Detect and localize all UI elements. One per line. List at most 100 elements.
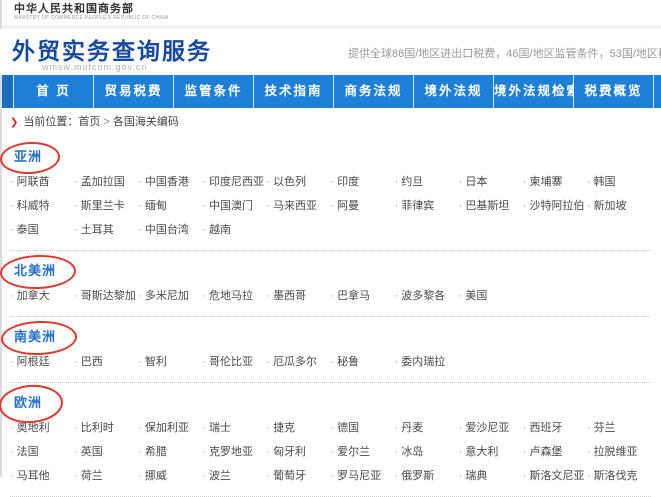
country-link[interactable]: ·比利时 bbox=[74, 416, 138, 440]
country-link[interactable]: ·捷克 bbox=[266, 416, 330, 440]
country-name: 危地马拉 bbox=[209, 290, 253, 302]
site-tagline: 提供全球86国/地区进出口税费，46国/地区监管条件，53国/地区税费计算 bbox=[348, 45, 661, 61]
country-link[interactable]: ·韩国 bbox=[587, 170, 651, 194]
country-link[interactable]: ·以色列 bbox=[266, 170, 330, 194]
country-link[interactable]: ·柬埔寨 bbox=[523, 170, 587, 194]
country-link[interactable]: ·马来西亚 bbox=[266, 194, 330, 218]
country-name: 巴西 bbox=[81, 356, 103, 368]
country-link[interactable]: ·秘鲁 bbox=[330, 350, 394, 374]
country-link[interactable]: ·爱尔兰 bbox=[330, 440, 394, 464]
section-heading-south-america: 南美洲 bbox=[14, 327, 56, 347]
country-link[interactable]: ·多米尼加 bbox=[138, 284, 202, 308]
country-link[interactable]: ·葡萄牙 bbox=[266, 464, 330, 488]
country-name: 俄罗斯 bbox=[401, 470, 434, 482]
breadcrumb-current: 各国海关编码 bbox=[113, 116, 179, 128]
nav-item-technical-guide[interactable]: 技术指南 bbox=[254, 75, 334, 108]
country-link[interactable]: ·缅甸 bbox=[138, 194, 202, 218]
country-link[interactable]: ·越南 bbox=[202, 218, 266, 242]
country-link[interactable]: ·瑞士 bbox=[202, 416, 266, 440]
country-name: 约旦 bbox=[401, 176, 423, 188]
country-link[interactable]: ·中国台湾 bbox=[138, 218, 202, 242]
section-asia: 亚洲 ·阿联酋·孟加拉国·中国香港·印度尼西亚·以色列·印度·约旦·日本·柬埔寨… bbox=[10, 137, 651, 251]
country-link[interactable]: ·西班牙 bbox=[523, 416, 587, 440]
country-name: 捷克 bbox=[273, 422, 295, 434]
country-name: 菲律宾 bbox=[401, 200, 434, 212]
country-link[interactable]: ·哥斯达黎加 bbox=[74, 284, 138, 308]
country-link[interactable]: ·爱沙尼亚 bbox=[459, 416, 523, 440]
nav-item-commerce-laws[interactable]: 商务法规 bbox=[334, 75, 414, 108]
country-name: 克罗地亚 bbox=[209, 446, 253, 458]
nav-item-tax-overview[interactable]: 税费概览 bbox=[574, 75, 653, 108]
country-name: 印度 bbox=[337, 176, 359, 188]
country-link[interactable]: ·美国 bbox=[459, 284, 523, 308]
country-link[interactable]: ·约旦 bbox=[395, 170, 459, 194]
country-name: 斯洛伐克 bbox=[594, 470, 638, 482]
country-link[interactable]: ·委内瑞拉 bbox=[395, 350, 459, 374]
country-link[interactable]: ·哥伦比亚 bbox=[202, 350, 266, 374]
country-link[interactable]: ·阿曼 bbox=[330, 194, 394, 218]
bullet-icon: · bbox=[10, 470, 14, 482]
country-link[interactable]: ·保加利亚 bbox=[138, 416, 202, 440]
country-link[interactable]: ·日本 bbox=[459, 170, 523, 194]
country-link[interactable]: ·匈牙利 bbox=[266, 440, 330, 464]
country-link[interactable]: ·希腊 bbox=[138, 440, 202, 464]
country-link[interactable]: ·波多黎各 bbox=[395, 284, 459, 308]
country-link[interactable]: ·意大利 bbox=[459, 440, 523, 464]
country-link[interactable]: ·丹麦 bbox=[395, 416, 459, 440]
country-name: 哥伦比亚 bbox=[209, 356, 253, 368]
country-name: 德国 bbox=[337, 422, 359, 434]
bullet-icon: · bbox=[395, 422, 399, 434]
country-link[interactable]: ·马耳他 bbox=[10, 464, 74, 488]
bullet-icon: · bbox=[266, 200, 270, 212]
section-title-south-america: 南美洲 bbox=[14, 329, 56, 344]
bullet-icon: · bbox=[138, 422, 142, 434]
country-link[interactable]: ·俄罗斯 bbox=[395, 464, 459, 488]
country-link[interactable]: ·危地马拉 bbox=[202, 284, 266, 308]
country-link[interactable]: ·沙特阿拉伯 bbox=[523, 194, 587, 218]
country-link[interactable]: ·巴基斯坦 bbox=[459, 194, 523, 218]
country-link[interactable]: ·斯洛文尼亚 bbox=[523, 464, 587, 488]
nav-item-trade-tax[interactable]: 贸易税费 bbox=[94, 75, 174, 108]
country-link[interactable]: ·菲律宾 bbox=[395, 194, 459, 218]
country-link[interactable]: ·卢森堡 bbox=[523, 440, 587, 464]
country-link[interactable]: ·法国 bbox=[10, 440, 74, 464]
country-link[interactable]: ·德国 bbox=[330, 416, 394, 440]
country-link[interactable]: ·斯洛伐克 bbox=[587, 464, 651, 488]
nav-item-home[interactable]: 首 页 bbox=[14, 75, 94, 108]
country-link[interactable]: ·挪威 bbox=[138, 464, 202, 488]
country-link[interactable]: ·新加坡 bbox=[587, 194, 651, 218]
nav-item-supervision-conditions[interactable]: 监管条件 bbox=[174, 75, 254, 108]
country-link[interactable]: ·泰国 bbox=[10, 218, 74, 242]
country-link[interactable]: ·克罗地亚 bbox=[202, 440, 266, 464]
country-link[interactable]: ·罗马尼亚 bbox=[330, 464, 394, 488]
bullet-icon: · bbox=[330, 356, 334, 368]
country-link[interactable]: ·冰岛 bbox=[395, 440, 459, 464]
country-link[interactable]: ·中国澳门 bbox=[202, 194, 266, 218]
breadcrumb-home-link[interactable]: 首页 bbox=[78, 116, 100, 128]
country-link[interactable]: ·荷兰 bbox=[74, 464, 138, 488]
section-heading-asia: 亚洲 bbox=[14, 147, 42, 167]
country-link[interactable]: ·科威特 bbox=[10, 194, 74, 218]
country-link[interactable]: ·巴西 bbox=[74, 350, 138, 374]
country-link[interactable]: ·智利 bbox=[138, 350, 202, 374]
country-link[interactable]: ·孟加拉国 bbox=[74, 170, 138, 194]
country-link[interactable]: ·斯里兰卡 bbox=[74, 194, 138, 218]
country-link[interactable]: ·英国 bbox=[74, 440, 138, 464]
bullet-icon: · bbox=[138, 224, 142, 236]
country-link[interactable]: ·印度尼西亚 bbox=[202, 170, 266, 194]
country-link[interactable]: ·厄瓜多尔 bbox=[266, 350, 330, 374]
nav-item-overseas-law-search[interactable]: 境外法规检索 bbox=[494, 75, 574, 108]
country-link[interactable]: ·波兰 bbox=[202, 464, 266, 488]
bullet-icon: · bbox=[459, 200, 463, 212]
country-link[interactable]: ·芬兰 bbox=[587, 416, 651, 440]
nav-item-overseas-laws[interactable]: 境外法规 bbox=[414, 75, 494, 108]
country-link[interactable]: ·印度 bbox=[330, 170, 394, 194]
country-name: 奥地利 bbox=[17, 422, 50, 434]
country-link[interactable]: ·墨西哥 bbox=[266, 284, 330, 308]
bullet-icon: · bbox=[202, 224, 206, 236]
country-link[interactable]: ·土耳其 bbox=[74, 218, 138, 242]
country-link[interactable]: ·中国香港 bbox=[138, 170, 202, 194]
country-link[interactable]: ·巴拿马 bbox=[330, 284, 394, 308]
country-link[interactable]: ·瑞典 bbox=[459, 464, 523, 488]
country-link[interactable]: ·拉脱维亚 bbox=[587, 440, 651, 464]
